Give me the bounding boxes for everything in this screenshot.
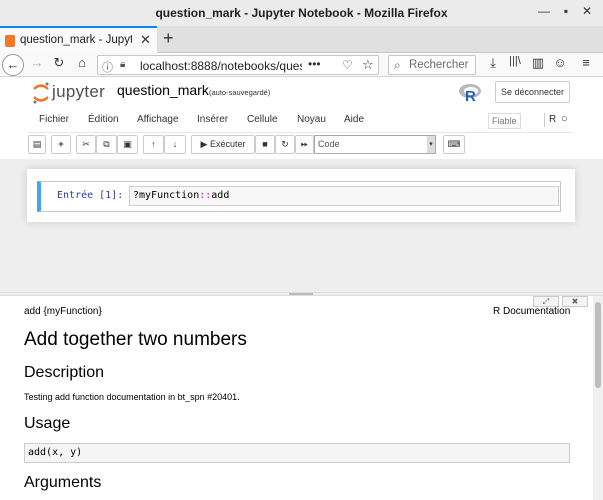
tab-bar: question_mark - Jupyter N ✕ +: [0, 26, 603, 53]
tab-close-icon[interactable]: ✕: [140, 32, 151, 48]
code-prefix: ?myFunction: [133, 190, 200, 201]
menu-view[interactable]: Affichage: [137, 114, 179, 125]
url-text[interactable]: localhost:8888/notebooks/question_r: [140, 59, 302, 73]
menu-file[interactable]: Fichier: [39, 114, 69, 125]
jupyter-logo-text: jupyter: [52, 82, 106, 101]
search-placeholder: Rechercher: [409, 59, 469, 71]
url-bar[interactable]: ⓘ 🔒︎ localhost:8888/notebooks/question_r…: [97, 55, 379, 75]
insert-cell-icon[interactable]: +: [51, 135, 71, 154]
navigation-bar: ← → ↻ ⌂ ⓘ 🔒︎ localhost:8888/notebooks/qu…: [0, 53, 603, 77]
move-up-icon[interactable]: ↑: [143, 135, 164, 154]
library-icon[interactable]: |||\: [506, 55, 524, 67]
reload-icon[interactable]: ↻: [50, 55, 68, 71]
r-kernel-logo-icon: R: [459, 84, 481, 103]
menu-cell[interactable]: Cellule: [247, 114, 278, 125]
download-icon[interactable]: ⤓: [484, 55, 502, 71]
minimize-icon[interactable]: —: [537, 4, 551, 18]
notebook-favicon-icon: [5, 35, 15, 47]
browser-tab[interactable]: question_mark - Jupyter N ✕: [0, 26, 157, 53]
menu-help[interactable]: Aide: [344, 114, 364, 125]
description-text: Testing add function documentation in bt…: [24, 392, 240, 402]
hamburger-menu-icon[interactable]: ≡: [577, 55, 595, 70]
new-tab-icon[interactable]: +: [163, 28, 174, 49]
jupyter-logo-icon[interactable]: [32, 81, 50, 105]
back-icon[interactable]: ←: [2, 54, 24, 76]
sidebar-icon[interactable]: ▥: [529, 55, 547, 71]
usage-code: add(x, y): [24, 443, 570, 463]
run-button[interactable]: ▶ Exécuter: [191, 135, 255, 154]
notebook-page: Entrée [1]: ?myFunction::add: [27, 169, 575, 222]
search-icon: ⌕: [394, 58, 401, 72]
cell-code-input[interactable]: ?myFunction::add: [129, 186, 559, 206]
kernel-name[interactable]: R: [549, 114, 556, 125]
keyboard-icon[interactable]: ⌨: [443, 135, 465, 154]
help-title: Add together two numbers: [24, 329, 247, 350]
r-documentation-label: R Documentation: [493, 306, 571, 317]
code-suffix: add: [211, 190, 230, 201]
chevron-down-icon: ▾: [427, 136, 435, 153]
maximize-icon[interactable]: ▪: [559, 4, 573, 18]
usage-heading: Usage: [24, 415, 71, 432]
notebook-menubar: Fichier Édition Affichage Insérer Cellul…: [28, 109, 574, 133]
cell-type-select[interactable]: Code ▾: [314, 135, 436, 154]
restart-icon[interactable]: ↻: [275, 135, 295, 154]
cell-type-value: Code: [318, 139, 340, 149]
save-icon[interactable]: ▤: [28, 135, 46, 154]
jupyter-header: jupyter question_mark (auto-sauvegardé) …: [0, 77, 603, 107]
menu-insert[interactable]: Insérer: [197, 114, 228, 125]
move-down-icon[interactable]: ↓: [164, 135, 186, 154]
notebook-name[interactable]: question_mark: [117, 82, 209, 98]
grip-icon: [289, 293, 313, 295]
interrupt-icon[interactable]: ■: [255, 135, 275, 154]
menu-kernel[interactable]: Noyau: [297, 114, 326, 125]
help-pager: ⤢ ✖ add {myFunction} R Documentation Add…: [0, 296, 603, 500]
window-titlebar: question_mark - Jupyter Notebook - Mozil…: [0, 0, 603, 26]
svg-text:R: R: [465, 88, 476, 103]
kernel-status-icon: ○: [561, 113, 568, 125]
copy-icon[interactable]: ⧉: [96, 135, 117, 154]
pocket-icon[interactable]: ♡: [342, 58, 353, 72]
notebook-toolbar: ▤ + ✂ ⧉ ▣ ↑ ↓ ▶ Exécuter ■ ↻ ⏩︎ Code ▾ ⌨: [28, 135, 574, 155]
input-prompt: Entrée [1]:: [57, 190, 124, 201]
paste-icon[interactable]: ▣: [117, 135, 138, 154]
scrollbar-thumb[interactable]: [595, 302, 601, 388]
tab-title: question_mark - Jupyter N: [20, 34, 132, 46]
bookmark-star-icon[interactable]: ☆: [362, 57, 374, 73]
autosave-status: (auto-sauvegardé): [209, 88, 271, 97]
restart-run-all-icon[interactable]: ⏩︎: [295, 135, 314, 154]
home-icon[interactable]: ⌂: [73, 55, 91, 70]
close-window-icon[interactable]: ✕: [580, 4, 594, 18]
kernel-divider: [544, 113, 545, 127]
description-heading: Description: [24, 364, 105, 381]
search-field[interactable]: ⌕ Rechercher: [388, 55, 476, 75]
arguments-heading: Arguments: [24, 474, 102, 491]
info-icon[interactable]: ⓘ: [102, 59, 113, 75]
window-title: question_mark - Jupyter Notebook - Mozil…: [155, 6, 448, 20]
menu-edit[interactable]: Édition: [88, 114, 119, 125]
forward-icon[interactable]: →: [28, 55, 46, 70]
account-icon[interactable]: ☺: [551, 55, 569, 70]
trusted-indicator[interactable]: Fiable: [488, 113, 521, 129]
page-actions-icon[interactable]: •••: [308, 57, 321, 71]
code-operator: ::: [199, 190, 212, 201]
pager-scrollbar[interactable]: [593, 296, 603, 500]
cut-icon[interactable]: ✂: [76, 135, 96, 154]
code-cell[interactable]: Entrée [1]: ?myFunction::add: [37, 181, 561, 212]
logout-button[interactable]: Se déconnecter: [495, 81, 570, 103]
lock-icon: 🔒︎: [120, 59, 126, 70]
notebook-area: Entrée [1]: ?myFunction::add: [0, 159, 603, 292]
help-topic-name: add {myFunction}: [24, 306, 102, 317]
